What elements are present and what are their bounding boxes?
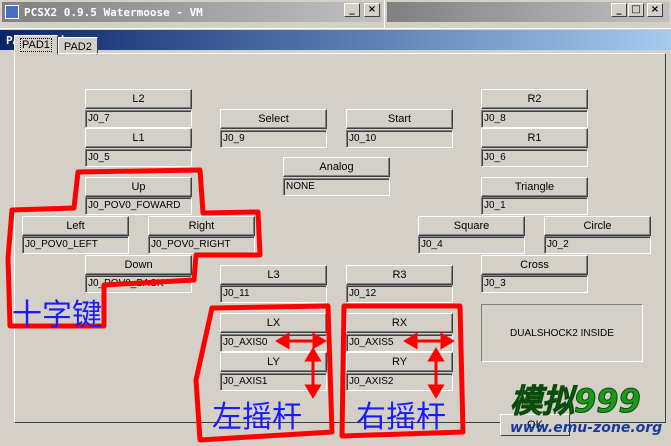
down-button[interactable]: Down bbox=[85, 255, 192, 275]
right-stick-annotation: 右摇杆 bbox=[356, 400, 446, 435]
r3-button[interactable]: R3 bbox=[346, 265, 453, 285]
background-window-title: PCSX2 0.9.5 Watermoose - VM bbox=[24, 5, 203, 19]
lx-field[interactable]: J0_AXIS0 bbox=[220, 334, 327, 352]
background-window-titlebar[interactable]: PCSX2 0.9.5 Watermoose - VM bbox=[2, 2, 382, 22]
minimize-button-2[interactable]: _ bbox=[611, 3, 627, 17]
triangle-field[interactable]: J0_1 bbox=[481, 197, 588, 215]
start-field[interactable]: J0_10 bbox=[346, 130, 453, 148]
start-button[interactable]: Start bbox=[346, 109, 453, 129]
watermark-brand: 模拟999 bbox=[510, 382, 642, 421]
background-window: PCSX2 0.9.5 Watermoose - VM _ × bbox=[0, 0, 384, 28]
up-button[interactable]: Up bbox=[85, 177, 192, 197]
l2-button[interactable]: L2 bbox=[85, 89, 192, 109]
l3-button[interactable]: L3 bbox=[220, 265, 327, 285]
left-stick-annotation: 左摇杆 bbox=[212, 400, 302, 435]
l2-field[interactable]: J0_7 bbox=[85, 110, 192, 128]
ly-field[interactable]: J0_AXIS1 bbox=[220, 373, 327, 391]
cross-field[interactable]: J0_3 bbox=[481, 275, 588, 293]
analog-button[interactable]: Analog bbox=[283, 157, 390, 177]
select-field[interactable]: J0_9 bbox=[220, 130, 327, 148]
screen: PCSX2 0.9.5 Watermoose - VM _ × _ □ × PA… bbox=[0, 0, 671, 446]
close-button-2[interactable]: × bbox=[647, 3, 663, 17]
square-button[interactable]: Square bbox=[418, 216, 525, 236]
l1-field[interactable]: J0_5 bbox=[85, 149, 192, 167]
tab-pad1-label: PAD1 bbox=[20, 38, 52, 52]
lx-button[interactable]: LX bbox=[220, 313, 327, 333]
background-window-2: _ □ × bbox=[385, 0, 671, 28]
close-button[interactable]: × bbox=[364, 3, 380, 17]
right-field[interactable]: J0_POV0_RIGHT bbox=[148, 236, 255, 254]
square-field[interactable]: J0_4 bbox=[418, 236, 525, 254]
rx-button[interactable]: RX bbox=[346, 313, 453, 333]
circle-button[interactable]: Circle bbox=[544, 216, 651, 236]
tab-pad1[interactable]: PAD1 bbox=[14, 35, 58, 55]
circle-field[interactable]: J0_2 bbox=[544, 236, 651, 254]
triangle-button[interactable]: Triangle bbox=[481, 177, 588, 197]
l3-field[interactable]: J0_11 bbox=[220, 285, 327, 303]
analog-field[interactable]: NONE bbox=[283, 178, 390, 196]
site-watermark: 模拟999 www.emu-zone.org bbox=[510, 376, 670, 444]
watermark-url: www.emu-zone.org bbox=[510, 420, 663, 436]
cross-button[interactable]: Cross bbox=[481, 255, 588, 275]
dpad-annotation: 十字键 bbox=[12, 298, 102, 333]
maximize-button-2[interactable]: □ bbox=[628, 3, 644, 17]
right-button[interactable]: Right bbox=[148, 216, 255, 236]
ly-button[interactable]: LY bbox=[220, 352, 327, 372]
r3-field[interactable]: J0_12 bbox=[346, 285, 453, 303]
select-button[interactable]: Select bbox=[220, 109, 327, 129]
l1-button[interactable]: L1 bbox=[85, 128, 192, 148]
rx-field[interactable]: J0_AXIS5 bbox=[346, 334, 453, 352]
app-icon bbox=[5, 5, 19, 19]
up-field[interactable]: J0_POV0_FOWARD bbox=[85, 197, 192, 215]
ry-field[interactable]: J0_AXIS2 bbox=[346, 373, 453, 391]
dialog-titlebar[interactable]: PAD Settings bbox=[0, 30, 671, 50]
controller-info-text: DUALSHOCK2 INSIDE bbox=[510, 327, 614, 339]
r1-button[interactable]: R1 bbox=[481, 128, 588, 148]
minimize-button[interactable]: _ bbox=[344, 3, 360, 17]
r2-button[interactable]: R2 bbox=[481, 89, 588, 109]
r1-field[interactable]: J0_6 bbox=[481, 149, 588, 167]
r2-field[interactable]: J0_8 bbox=[481, 110, 588, 128]
pad-tabs: PAD1 PAD2 bbox=[14, 35, 98, 55]
left-button[interactable]: Left bbox=[22, 216, 129, 236]
tab-pad2-label: PAD2 bbox=[63, 41, 92, 53]
left-field[interactable]: J0_POV0_LEFT bbox=[22, 236, 129, 254]
controller-info-box: DUALSHOCK2 INSIDE bbox=[481, 304, 643, 362]
ry-button[interactable]: RY bbox=[346, 352, 453, 372]
